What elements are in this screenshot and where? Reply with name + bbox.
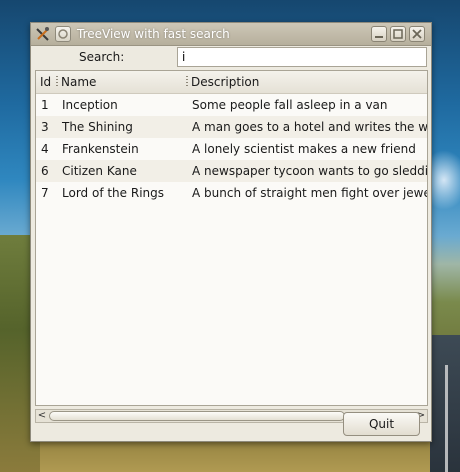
tools-icon: [35, 26, 51, 42]
scrollbar-thumb[interactable]: [49, 411, 345, 421]
cell-description: Some people fall asleep in a van: [192, 98, 388, 112]
minimize-button[interactable]: [371, 26, 387, 42]
column-header-description[interactable]: Description: [191, 75, 259, 89]
tree-view[interactable]: Id Name Description 1 Inception Some peo…: [35, 70, 428, 406]
search-input[interactable]: [177, 47, 427, 67]
window-title: TreeView with fast search: [77, 27, 230, 41]
scroll-left-button[interactable]: <: [36, 410, 48, 422]
cell-name: Citizen Kane: [62, 164, 137, 178]
window-menu-icon[interactable]: [55, 26, 71, 42]
table-body: 1 Inception Some people fall asleep in a…: [36, 94, 427, 204]
desktop-road-line: [445, 365, 448, 472]
table-row[interactable]: 3 The Shining A man goes to a hotel and …: [36, 116, 427, 138]
search-label: Search:: [79, 50, 125, 64]
table-row[interactable]: 6 Citizen Kane A newspaper tycoon wants …: [36, 160, 427, 182]
cell-name: Lord of the Rings: [62, 186, 165, 200]
cell-id: 6: [41, 164, 49, 178]
table-header: Id Name Description: [36, 71, 427, 94]
column-resize-handle[interactable]: [56, 76, 58, 88]
cell-id: 7: [41, 186, 49, 200]
cell-id: 3: [41, 120, 49, 134]
cell-description: A newspaper tycoon wants to go sledding: [192, 164, 428, 178]
quit-button[interactable]: Quit: [343, 412, 420, 436]
cell-name: Inception: [62, 98, 118, 112]
cell-description: A lonely scientist makes a new friend: [192, 142, 416, 156]
column-resize-handle[interactable]: [186, 76, 188, 88]
table-row[interactable]: 7 Lord of the Rings A bunch of straight …: [36, 182, 427, 204]
search-row: Search:: [35, 47, 427, 69]
cell-description: A bunch of straight men fight over jewel…: [192, 186, 428, 200]
maximize-button[interactable]: [390, 26, 406, 42]
table-row[interactable]: 1 Inception Some people fall asleep in a…: [36, 94, 427, 116]
cell-id: 1: [41, 98, 49, 112]
window-titlebar[interactable]: TreeView with fast search: [31, 23, 431, 46]
cell-name: The Shining: [62, 120, 133, 134]
app-window: TreeView with fast search Search: Id Nam…: [30, 22, 432, 442]
close-button[interactable]: [409, 26, 425, 42]
table-row[interactable]: 4 Frankenstein A lonely scientist makes …: [36, 138, 427, 160]
column-header-id[interactable]: Id: [40, 75, 51, 89]
column-header-name[interactable]: Name: [61, 75, 96, 89]
cell-id: 4: [41, 142, 49, 156]
cell-name: Frankenstein: [62, 142, 139, 156]
cell-description: A man goes to a hotel and writes the wor…: [192, 120, 428, 134]
